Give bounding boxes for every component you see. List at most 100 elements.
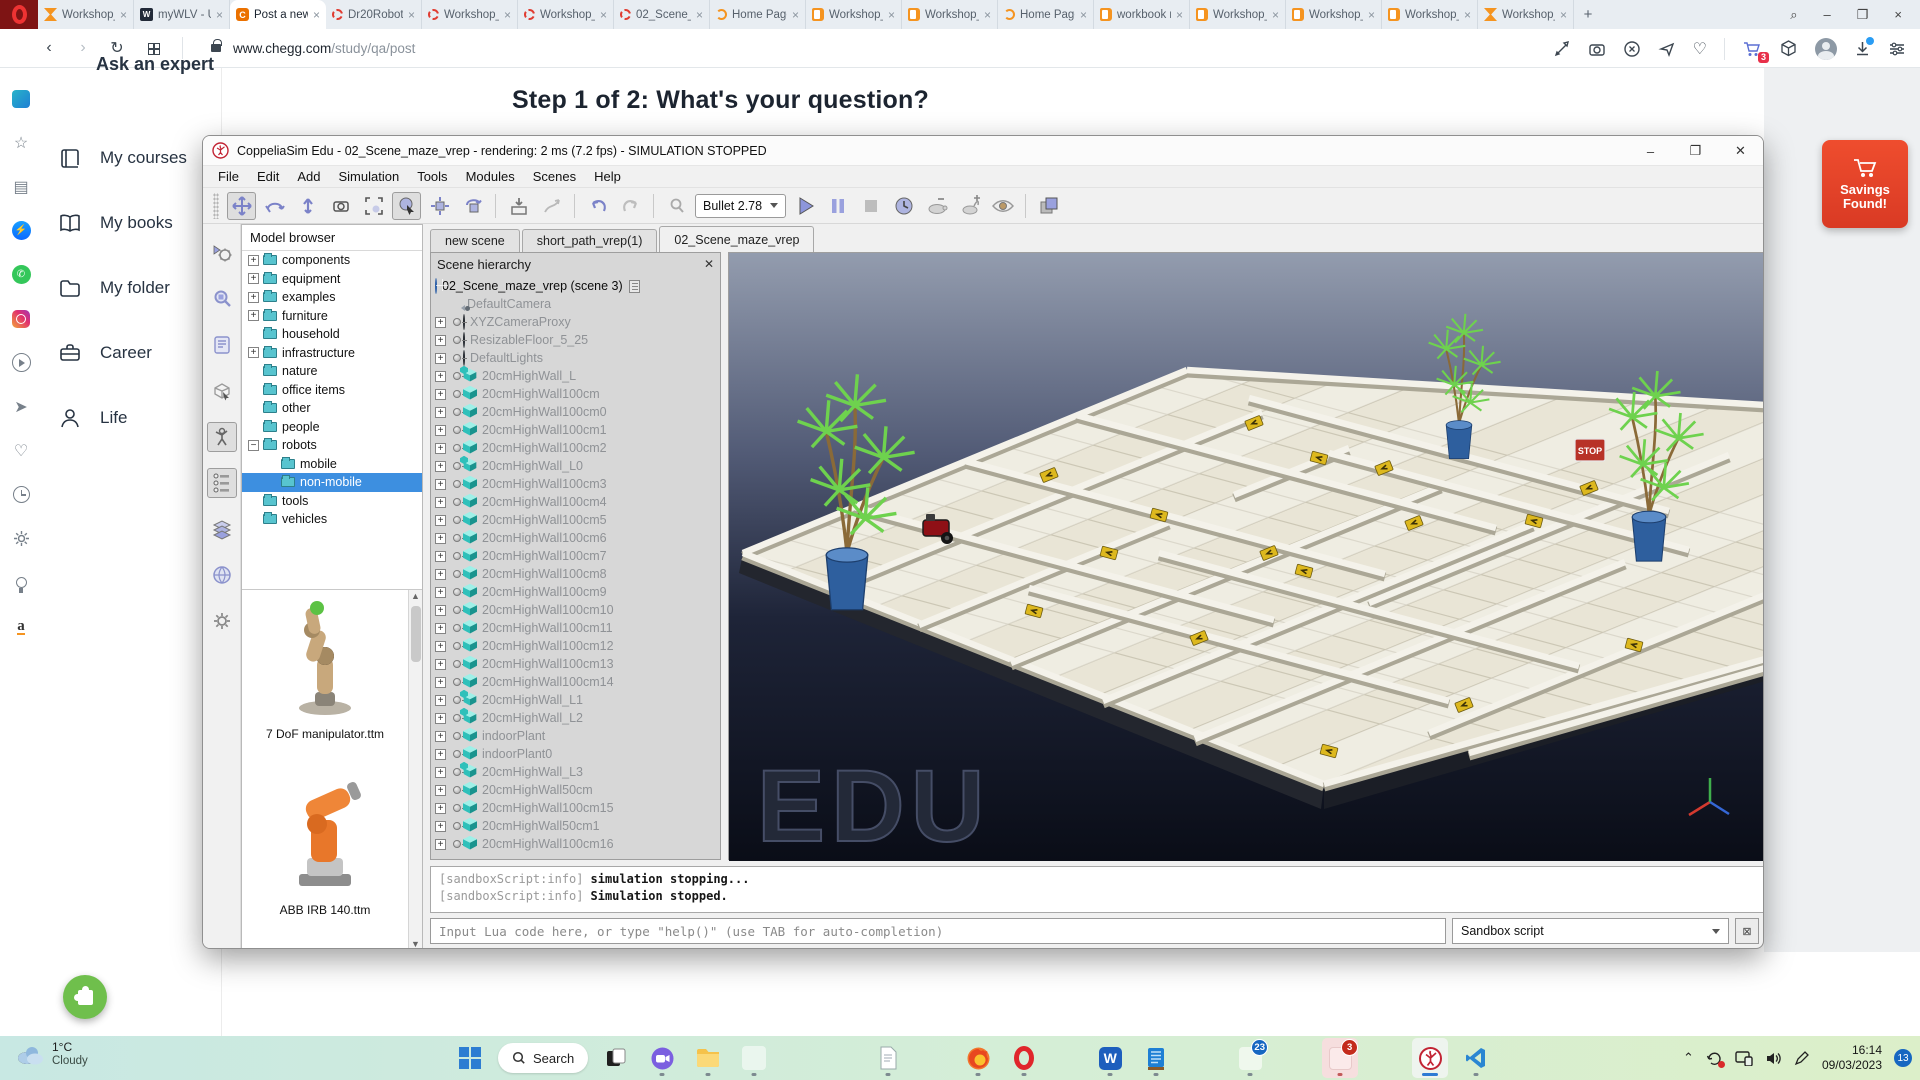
expand-icon[interactable]: + <box>435 767 446 778</box>
fit-to-view-tool[interactable] <box>359 192 388 220</box>
hierarchy-item[interactable]: + 20cmHighWall100cm6 <box>435 529 718 547</box>
scroll-down-icon[interactable]: ▼ <box>411 940 420 949</box>
visibility-toggle-icon[interactable] <box>453 570 461 578</box>
expand-icon[interactable]: + <box>435 713 446 724</box>
model-tree-item[interactable]: + equipment <box>242 270 422 289</box>
settings-gear-icon[interactable] <box>207 606 237 636</box>
hierarchy-item[interactable]: + indoorPlant <box>435 727 718 745</box>
model-tree-item[interactable]: vehicles <box>242 510 422 529</box>
browser-tab[interactable]: Home Page × <box>998 0 1094 29</box>
opera-menu-button[interactable] <box>0 0 38 29</box>
hierarchy-item[interactable]: + 20cmHighWall_L3 <box>435 763 718 781</box>
model-scrollbar[interactable]: ▲ ▼ <box>408 590 422 949</box>
onenote-button[interactable] <box>1138 1038 1174 1078</box>
scene-tab[interactable]: new scene <box>430 229 520 252</box>
model-thumbnail[interactable]: 7 DoF manipulator.ttm <box>258 600 392 741</box>
layers-icon[interactable] <box>207 514 237 544</box>
expand-icon[interactable]: + <box>435 659 446 670</box>
browser-tab[interactable]: Workshop_0 × <box>806 0 902 29</box>
browser-tab[interactable]: Workshop_0 × <box>518 0 614 29</box>
hierarchy-item[interactable]: + 20cmHighWall100cm0 <box>435 403 718 421</box>
status-console[interactable]: [sandboxScript:info]simulation stopping.… <box>430 866 1764 913</box>
sidebar-item-my-courses[interactable]: My courses <box>58 146 187 170</box>
stop-simulation-button[interactable] <box>856 192 885 220</box>
new-tab-button[interactable]: + <box>1574 0 1602 29</box>
visibility-toggle-icon[interactable] <box>453 714 461 722</box>
menu-help[interactable]: Help <box>585 169 630 184</box>
scroll-thumb[interactable] <box>411 606 421 662</box>
hierarchy-item[interactable]: + 20cmHighWall100cm5 <box>435 511 718 529</box>
hierarchy-item[interactable]: + 20cmHighWall_L <box>435 367 718 385</box>
menu-scenes[interactable]: Scenes <box>524 169 585 184</box>
visibility-toggle-icon[interactable] <box>453 750 461 758</box>
hierarchy-item[interactable]: + indoorPlant0 <box>435 745 718 763</box>
expand-icon[interactable]: + <box>435 533 446 544</box>
page-setup-button[interactable] <box>1034 192 1063 220</box>
model-tree-item[interactable]: + infrastructure <box>242 344 422 363</box>
console-options-button[interactable]: ⊠ <box>1735 918 1759 944</box>
faster-button[interactable] <box>955 192 984 220</box>
visibility-toggle-icon[interactable] <box>453 480 461 488</box>
menu-edit[interactable]: Edit <box>248 169 288 184</box>
hierarchy-item[interactable]: + 20cmHighWall100cm13 <box>435 655 718 673</box>
pinned-app-button[interactable] <box>736 1038 772 1078</box>
world-icon[interactable] <box>207 560 237 590</box>
easy-setup-sliders-icon[interactable] <box>1888 40 1906 58</box>
hierarchy-item[interactable]: 02_Scene_maze_vrep (scene 3) <box>435 277 718 295</box>
mail-app-button[interactable]: 3 <box>1322 1038 1358 1078</box>
select-tool[interactable] <box>392 192 421 220</box>
hierarchy-item[interactable]: + 20cmHighWall100cm9 <box>435 583 718 601</box>
visibility-toggle-icon[interactable] <box>453 804 461 812</box>
undo-button[interactable] <box>583 192 612 220</box>
tab-search-icon[interactable]: ⌕ <box>1790 7 1797 23</box>
toolbar-grip[interactable] <box>213 193 219 219</box>
visibility-toggle-icon[interactable] <box>453 534 461 542</box>
downloads-icon[interactable] <box>1854 40 1871 57</box>
adblock-shield-icon[interactable] <box>1623 40 1641 58</box>
pause-simulation-button[interactable] <box>823 192 852 220</box>
redo-button[interactable] <box>616 192 645 220</box>
hierarchy-item[interactable]: + 20cmHighWall100cm11 <box>435 619 718 637</box>
hierarchy-item[interactable]: DefaultCamera <box>435 295 718 313</box>
tab-close-icon[interactable]: × <box>1176 8 1183 22</box>
visibility-toggle-icon[interactable] <box>453 678 461 686</box>
expand-icon[interactable]: + <box>435 407 446 418</box>
browser-tab[interactable]: Home Page × <box>710 0 806 29</box>
model-tree-item[interactable]: + components <box>242 251 422 270</box>
tab-close-icon[interactable]: × <box>792 8 799 22</box>
tab-close-icon[interactable]: × <box>1368 8 1375 22</box>
play-icon[interactable] <box>11 352 32 373</box>
menu-simulation[interactable]: Simulation <box>330 169 409 184</box>
clock-icon[interactable] <box>11 484 32 505</box>
browser-tab[interactable]: Post a new × <box>230 0 326 29</box>
speed-dial-icon[interactable] <box>148 43 158 53</box>
hierarchy-item[interactable]: + ResizableFloor_5_25 <box>435 331 718 349</box>
shape-edit-icon[interactable] <box>207 376 237 406</box>
camera-rotate-tool[interactable] <box>260 192 289 220</box>
profile-avatar[interactable] <box>1815 38 1837 60</box>
teams-button[interactable]: 23 <box>1232 1038 1268 1078</box>
hierarchy-item[interactable]: + 20cmHighWall_L2 <box>435 709 718 727</box>
visibility-toggle-icon[interactable] <box>453 498 461 506</box>
object-rotate-tool[interactable] <box>458 192 487 220</box>
visibility-toggle-icon[interactable] <box>453 354 461 362</box>
visibility-toggle-icon[interactable] <box>453 462 461 470</box>
model-tree-item[interactable]: mobile <box>242 455 422 474</box>
word-button[interactable]: W <box>1092 1038 1128 1078</box>
expand-icon[interactable]: + <box>435 515 446 526</box>
gear-icon[interactable] <box>11 528 32 549</box>
window-restore-button[interactable]: ❐ <box>1857 7 1869 23</box>
scene-script-icon[interactable] <box>629 280 640 293</box>
model-tree-item[interactable]: − robots <box>242 436 422 455</box>
browser-tab[interactable]: Workshop_0 × <box>1190 0 1286 29</box>
expand-icon[interactable]: + <box>248 273 259 284</box>
hierarchy-item[interactable]: + 20cmHighWall100cm15 <box>435 799 718 817</box>
menu-tools[interactable]: Tools <box>408 169 456 184</box>
expand-icon[interactable]: + <box>435 839 446 850</box>
firefox-button[interactable] <box>960 1038 996 1078</box>
sidebar-item-career[interactable]: Career <box>58 341 187 365</box>
model-tree-item[interactable]: other <box>242 399 422 418</box>
share-send-icon[interactable] <box>1658 40 1676 58</box>
visibility-toggle-icon[interactable] <box>453 552 461 560</box>
browser-tab[interactable]: 02_Scene_m × <box>614 0 710 29</box>
